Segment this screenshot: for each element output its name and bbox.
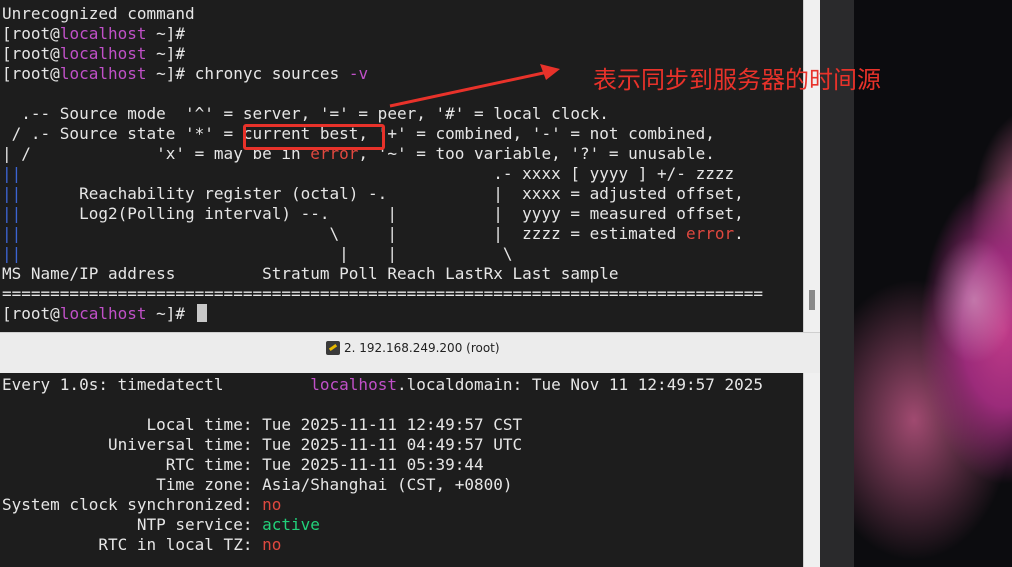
scroll-thumb[interactable]: [809, 290, 815, 310]
terminal-line: [root@localhost ~]#: [2, 24, 186, 43]
timedatectl-row: RTC time: Tue 2025-11-11 05:39:44: [2, 455, 484, 474]
timedatectl-row: NTP service: active: [2, 515, 320, 534]
terminal-line: || Reachability register (octal) -. | xx…: [2, 184, 744, 203]
table-header: MS Name/IP address Stratum Poll Reach La…: [2, 264, 619, 283]
annotation-arrow-icon: [389, 64, 560, 108]
session-tab-label: 2. 192.168.249.200 (root): [344, 341, 500, 355]
annotation-label: 表示同步到服务器的时间源: [593, 66, 881, 94]
scrollbar-bottom[interactable]: [803, 373, 821, 567]
terminal-line: || | | \: [2, 244, 513, 263]
timedatectl-row: Universal time: Tue 2025-11-11 04:49:57 …: [2, 435, 523, 454]
terminal-session-icon: [326, 341, 340, 355]
session-tab[interactable]: 2. 192.168.249.200 (root): [322, 339, 504, 357]
terminal-pane-top[interactable]: Unrecognized command [root@localhost ~]#…: [0, 0, 803, 332]
text-cursor: [196, 304, 207, 322]
terminal-pane-bottom[interactable]: Every 1.0s: timedatectl localhost.locald…: [0, 373, 803, 567]
session-tab-bar: 2. 192.168.249.200 (root): [0, 332, 820, 375]
terminal-prompt[interactable]: [root@localhost ~]#: [2, 304, 207, 324]
terminal-line: || .- xxxx [ yyyy ] +/- zzzz: [2, 164, 735, 183]
timedatectl-row: Time zone: Asia/Shanghai (CST, +0800): [2, 475, 513, 494]
terminal-line: Unrecognized command: [2, 4, 195, 23]
terminal-line: || \ | | zzzz = estimated error.: [2, 224, 744, 243]
watch-header: Every 1.0s: timedatectl localhost.locald…: [2, 375, 764, 394]
table-separator: ========================================…: [2, 284, 763, 303]
timedatectl-row: Local time: Tue 2025-11-11 12:49:57 CST: [2, 415, 523, 434]
timedatectl-row: RTC in local TZ: no: [2, 535, 282, 554]
scrollbar-top[interactable]: [803, 0, 821, 332]
terminal-line: [root@localhost ~]#: [2, 44, 186, 63]
terminal-line: [root@localhost ~]# chronyc sources -v: [2, 64, 369, 83]
annotation-highlight-box: [243, 124, 385, 150]
terminal-line: || Log2(Polling interval) --. | | yyyy =…: [2, 204, 744, 223]
timedatectl-row: System clock synchronized: no: [2, 495, 282, 514]
